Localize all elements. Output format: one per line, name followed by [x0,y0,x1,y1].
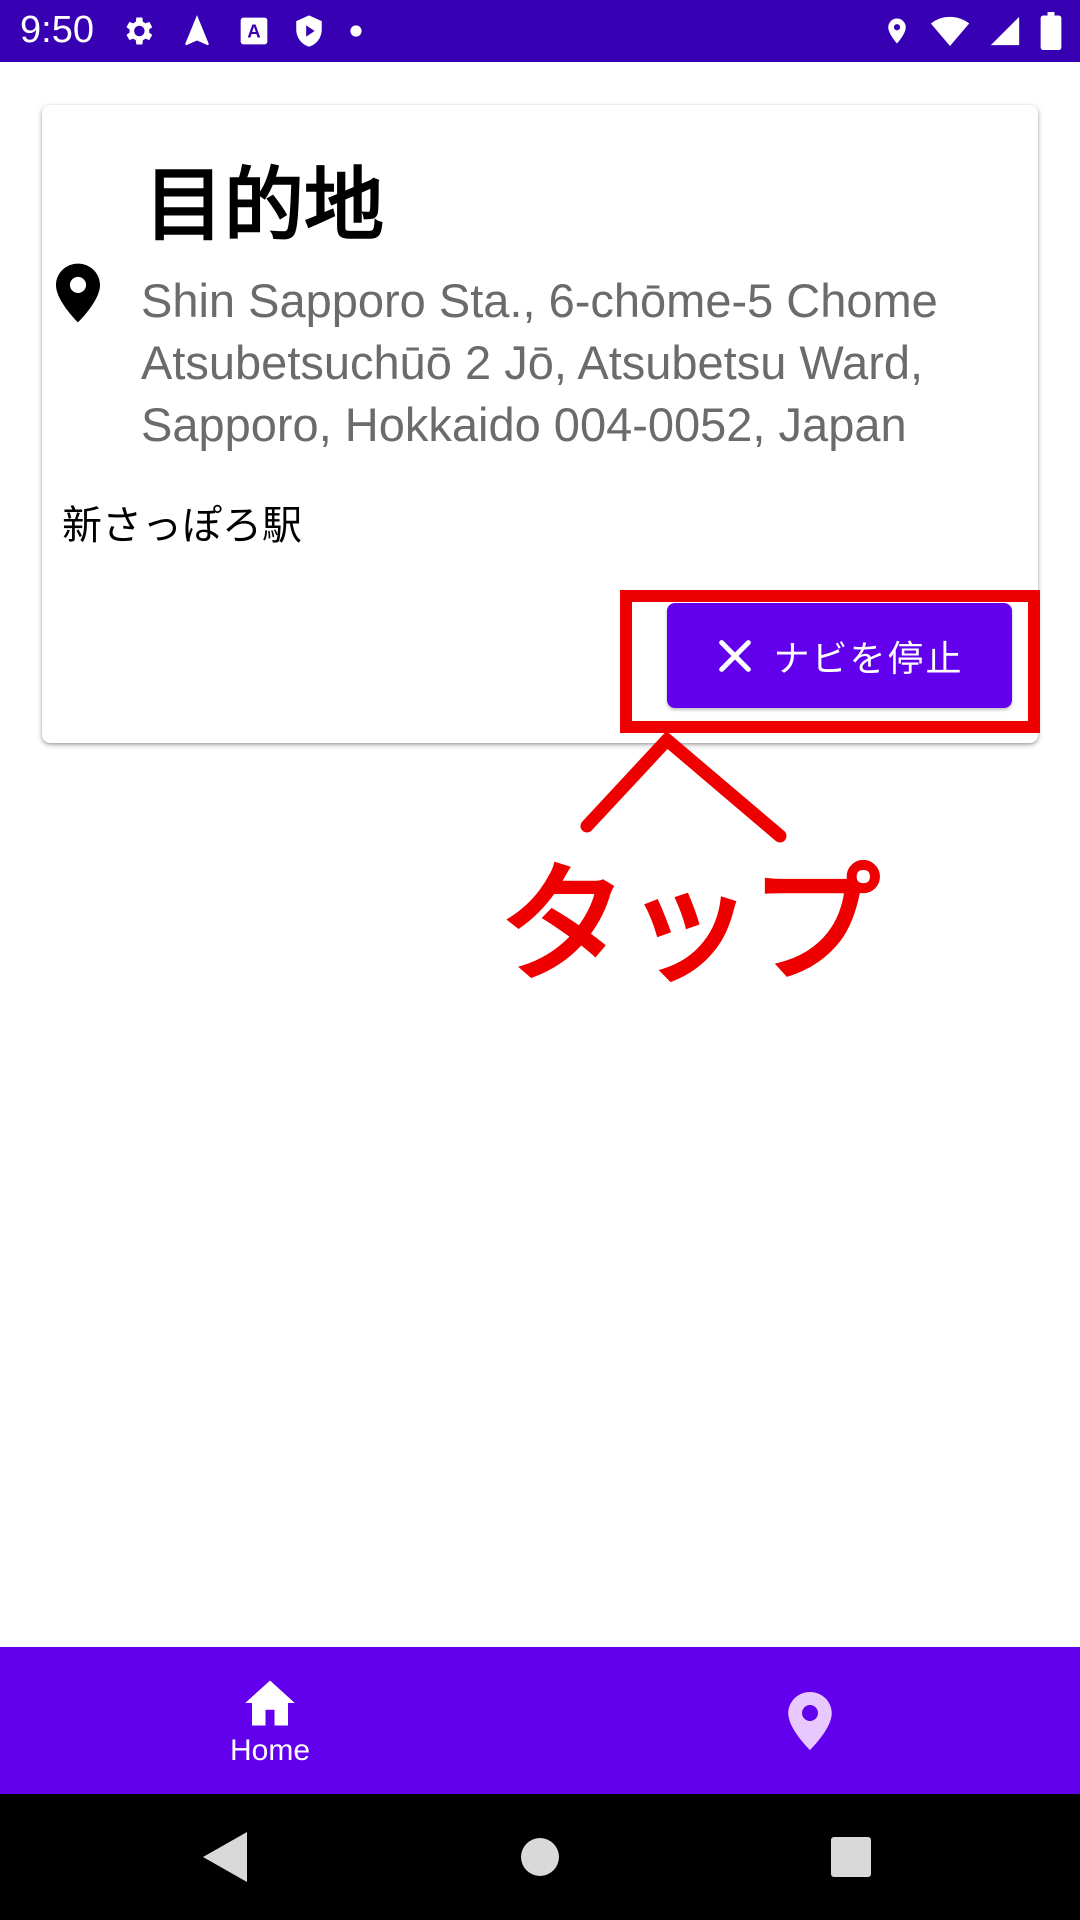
nav-item-home-label: Home [229,1733,311,1767]
annotation-highlight-box [620,590,1040,733]
battery-icon [1040,12,1062,50]
status-time: 9:50 [20,9,94,51]
back-icon[interactable] [203,1832,247,1882]
station-name: 新さっぽろ駅 [62,503,302,549]
location-icon [888,18,906,44]
dot-icon [350,25,362,37]
home-circle-icon[interactable] [520,1832,560,1882]
recents-icon[interactable] [830,1832,872,1882]
signal-icon [990,16,1020,46]
system-navigation-bar [0,1794,1080,1920]
screen: 9:50 A 目的地 Shin Sapporo Sta., 6-chōme-5 … [0,0,1080,1920]
settings-icon [126,17,153,45]
text-icon: A [240,17,268,45]
home-icon [245,1680,295,1725]
status-bar: 9:50 A [0,0,1080,62]
status-right-icons [882,10,1062,52]
place-icon [788,1691,832,1750]
nav-item-place[interactable] [540,1647,1080,1794]
shield-play-icon [296,15,322,47]
annotation-text: タップ [498,849,880,1001]
status-left-icons: A [120,10,364,52]
bottom-navigation: Home [0,1647,1080,1794]
wifi-icon [930,16,970,46]
location-pin-icon [56,263,100,323]
navigation-arrow-icon [185,15,209,46]
card-title: 目的地 [144,159,384,252]
nav-item-home[interactable]: Home [0,1647,540,1794]
destination-address: Shin Sapporo Sta., 6-chōme-5 Chome Atsub… [141,274,938,451]
svg-text:A: A [247,21,260,42]
